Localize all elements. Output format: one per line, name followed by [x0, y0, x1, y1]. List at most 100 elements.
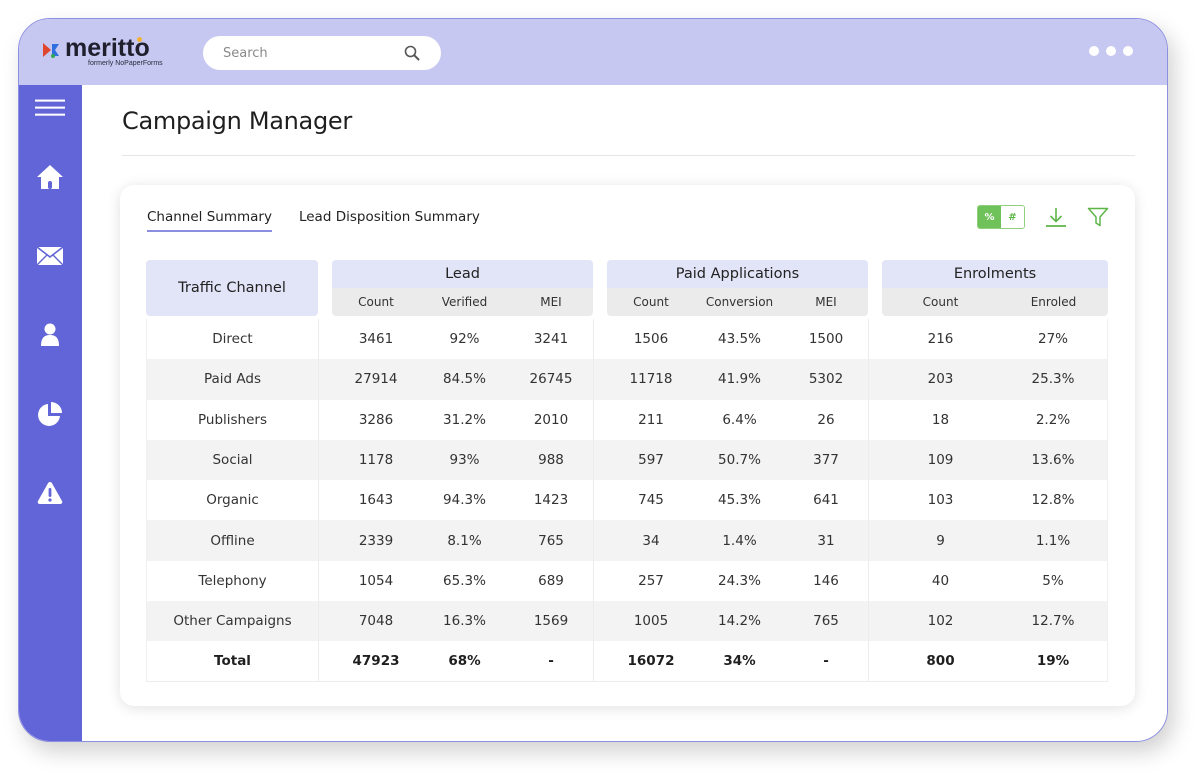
column-divider: [868, 439, 882, 481]
cell-paid-mei: 26: [817, 411, 835, 428]
column-divider: [318, 439, 332, 481]
cell-enrol-enroled: 5%: [999, 560, 1108, 602]
cell-lead-count: 1178: [332, 439, 420, 481]
home-icon[interactable]: [35, 162, 65, 192]
header-group-paid-applications: Paid Applications: [607, 260, 868, 288]
cell-enrol-count: 40: [931, 572, 950, 589]
column-divider: [318, 641, 332, 682]
cell-paid-count: 11718: [607, 359, 695, 400]
warning-icon[interactable]: [35, 478, 65, 508]
filter-icon[interactable]: [1087, 206, 1109, 228]
cell-enrol-count: 800: [882, 641, 999, 682]
cell-paid-mei: 146: [813, 572, 839, 589]
column-divider: [593, 641, 607, 682]
cell-lead-mei: 2010: [533, 411, 569, 428]
column-divider: [318, 520, 332, 561]
header-enrol-count[interactable]: Count: [882, 288, 999, 316]
cell-enrol-count: 103: [927, 492, 954, 509]
dot: [1106, 46, 1116, 56]
cell-enrol-count: 203: [882, 359, 999, 400]
main-content: Campaign Manager Channel Summary Lead Di…: [82, 85, 1167, 741]
page-title: Campaign Manager: [122, 107, 352, 135]
column-divider: [868, 480, 882, 521]
cell-paid-conversion: 14.2%: [695, 601, 784, 642]
cell-paid-count: 597: [607, 439, 695, 481]
cell-lead-verified: 8.1%: [420, 520, 509, 561]
mail-icon[interactable]: [35, 241, 65, 271]
cell-paid-conversion: 41.9%: [695, 359, 784, 400]
column-divider: [318, 601, 332, 642]
hamburger-menu-icon[interactable]: [35, 93, 65, 123]
column-divider: [593, 520, 607, 561]
toggle-count-option[interactable]: #: [1001, 206, 1024, 228]
table-row: Publishers 3286 31.2% 2010 211 6.4% 26 18 2.2%: [146, 399, 1108, 440]
percent-count-toggle[interactable]: % #: [977, 205, 1025, 229]
column-divider: [593, 359, 607, 400]
search-placeholder: Search: [223, 45, 268, 61]
cell-enrol-count: 109: [882, 439, 999, 481]
column-divider: [868, 560, 882, 602]
pie-chart-icon[interactable]: [35, 399, 65, 429]
cell-enrol-enroled: 27%: [999, 319, 1108, 360]
tab-channel-summary[interactable]: Channel Summary: [147, 209, 272, 232]
table-row: Direct 3461 92% 3241 1506 43.5% 1500 216 27%: [146, 319, 1108, 360]
cell-channel: Paid Ads: [146, 359, 318, 400]
logo-dot: [137, 37, 142, 42]
column-divider: [593, 480, 607, 521]
toggle-percent-option[interactable]: %: [978, 206, 1001, 228]
cell-enrol-count: 9: [882, 520, 999, 561]
cell-lead-count: 3286: [358, 411, 394, 428]
column-divider: [593, 399, 607, 440]
cell-lead-mei: 689: [538, 572, 564, 589]
cell-paid-count: 1506: [633, 331, 669, 348]
cell-enrol-count: 216: [927, 331, 954, 348]
cell-paid-mei: 1500: [808, 331, 844, 348]
cell-paid-count: 16072: [607, 641, 695, 682]
cell-enrol-enroled: 12.8%: [999, 480, 1108, 521]
table-row: Social 1178 93% 988 597 50.7% 377 109 13.6%: [146, 439, 1108, 481]
search-input[interactable]: Search: [203, 36, 441, 70]
cell-lead-mei: 26745: [509, 359, 593, 400]
cell-lead-mei: 988: [509, 439, 593, 481]
cell-lead-count: 2339: [332, 520, 420, 561]
header-traffic-channel: Traffic Channel: [146, 260, 318, 316]
header-lead-verified[interactable]: Verified: [420, 288, 509, 316]
logo-subtext: formerly NoPaperForms: [88, 60, 163, 67]
cell-paid-count: 34: [607, 520, 695, 561]
cell-channel: Direct: [146, 319, 318, 360]
column-divider: [593, 439, 607, 481]
cell-enrol-enroled: 19%: [999, 641, 1108, 682]
header-paid-mei[interactable]: MEI: [784, 288, 868, 316]
cell-lead-verified: 94.3%: [443, 492, 486, 509]
column-divider: [868, 601, 882, 642]
table-row: Offline 2339 8.1% 765 34 1.4% 31 9 1.1%: [146, 520, 1108, 561]
summary-tabs: Channel Summary Lead Disposition Summary: [147, 209, 480, 232]
cell-paid-count: 257: [638, 572, 664, 589]
table-row: Organic 1643 94.3% 1423 745 45.3% 641 103 12.8%: [146, 480, 1108, 521]
header-paid-conversion[interactable]: Conversion: [695, 288, 784, 316]
app-window: meritto formerly NoPaperForms Search Cam…: [18, 18, 1168, 742]
cell-lead-count: 1054: [358, 572, 394, 589]
cell-channel: Offline: [146, 520, 318, 561]
cell-enrol-count: 18: [931, 411, 950, 428]
cell-channel: Other Campaigns: [146, 601, 318, 642]
header-paid-count[interactable]: Count: [607, 288, 695, 316]
meritto-logo[interactable]: meritto formerly NoPaperForms: [43, 34, 173, 71]
user-icon[interactable]: [35, 320, 65, 350]
cell-paid-count: 745: [638, 492, 664, 509]
more-dots-icon[interactable]: [1089, 46, 1133, 56]
cell-paid-conversion: 24.3%: [718, 572, 761, 589]
cell-paid-conversion: 1.4%: [695, 520, 784, 561]
cell-lead-verified: 93%: [420, 439, 509, 481]
column-divider: [318, 560, 332, 602]
download-icon[interactable]: [1045, 206, 1067, 228]
card-toolbar: % #: [977, 205, 1109, 229]
header-enrol-enroled[interactable]: Enroled: [999, 288, 1108, 316]
cell-lead-count: 47923: [332, 641, 420, 682]
search-icon[interactable]: [403, 44, 421, 62]
cell-lead-count: 3461: [358, 331, 394, 348]
tab-lead-disposition-summary[interactable]: Lead Disposition Summary: [299, 209, 480, 232]
cell-lead-count: 1643: [358, 492, 394, 509]
header-lead-count[interactable]: Count: [332, 288, 420, 316]
header-lead-mei[interactable]: MEI: [509, 288, 593, 316]
